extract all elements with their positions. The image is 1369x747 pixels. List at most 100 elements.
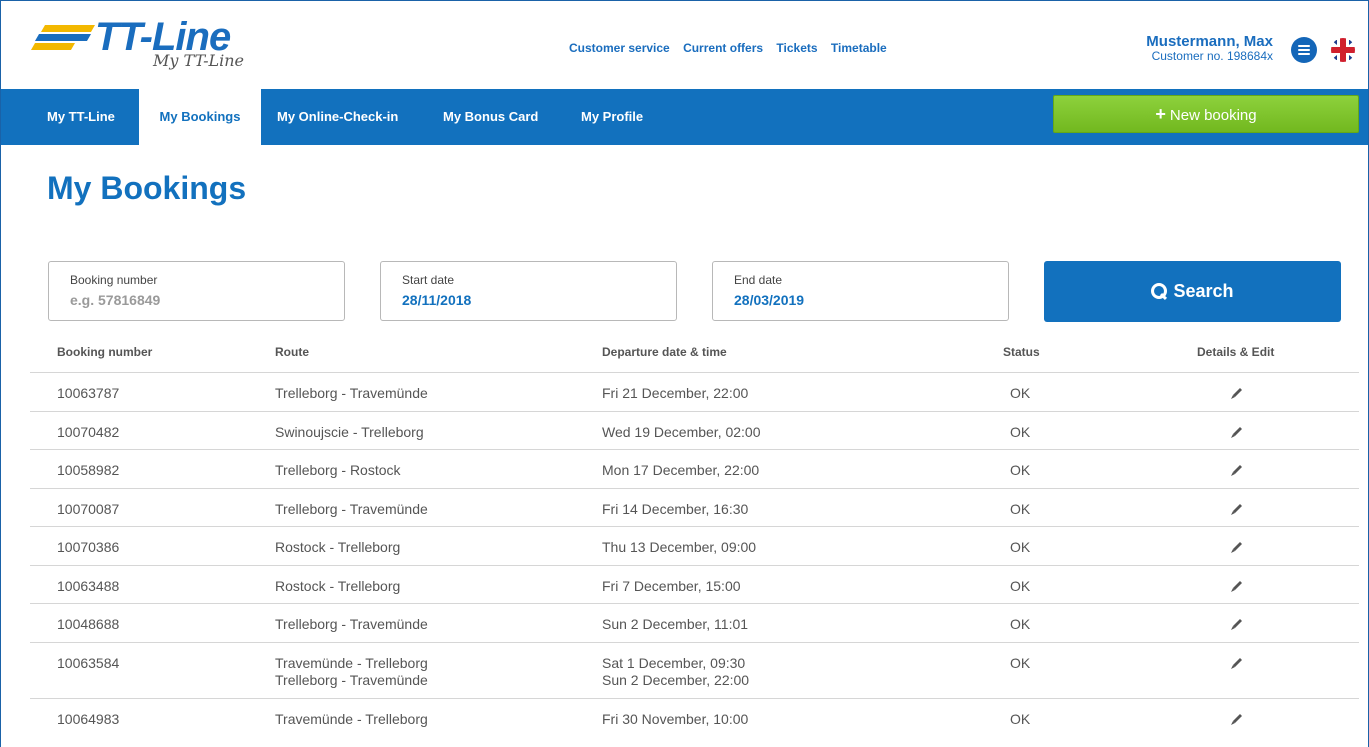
route-leg: Rostock - Trelleborg: [275, 578, 401, 594]
link-tickets[interactable]: Tickets: [776, 41, 817, 55]
booking-number-field[interactable]: Booking number e.g. 57816849: [48, 261, 345, 321]
pencil-icon[interactable]: [1230, 656, 1244, 670]
departure-cell: Sat 1 December, 09:30 Sun 2 December, 22:…: [602, 655, 749, 689]
route-cell: Trelleborg - Travemünde: [275, 501, 428, 518]
link-current-offers[interactable]: Current offers: [683, 41, 763, 55]
table-row[interactable]: 10063488 Rostock - Trelleborg Fri 7 Decemb…: [30, 565, 1359, 603]
end-date-label: End date: [734, 273, 783, 287]
route-leg: Travemünde - Trelleborg: [275, 655, 428, 671]
end-date-field[interactable]: End date 28/03/2019: [712, 261, 1009, 321]
col-header-route[interactable]: Route: [275, 345, 309, 359]
status-cell: OK: [1010, 655, 1031, 671]
pencil-icon[interactable]: [1230, 502, 1244, 516]
tab-my-bookings[interactable]: My Bookings: [139, 89, 261, 145]
booking-number-label: Booking number: [70, 273, 158, 287]
status-cell: OK: [1010, 424, 1031, 440]
route-leg: Trelleborg - Travemünde: [275, 616, 428, 632]
user-name: Mustermann, Max: [1146, 33, 1273, 50]
departure-time: Mon 17 December, 22:00: [602, 462, 760, 478]
booking-number-cell: 10070087: [57, 501, 120, 517]
col-header-booking-number[interactable]: Booking number: [57, 345, 152, 359]
booking-number-cell: 10048688: [57, 616, 120, 632]
table-row[interactable]: 10048688 Trelleborg - Travemünde Sun 2 Dec…: [30, 603, 1359, 642]
pencil-icon[interactable]: [1230, 540, 1244, 554]
tab-my-profile[interactable]: My Profile: [581, 89, 643, 145]
departure-cell: Thu 13 December, 09:00: [602, 539, 756, 556]
departure-cell: Fri 21 December, 22:00: [602, 385, 748, 402]
booking-number-cell: 10063584: [57, 655, 120, 671]
departure-time: Fri 14 December, 16:30: [602, 501, 749, 517]
route-cell: Travemünde - Trelleborg Trelleborg - Trav…: [275, 655, 428, 689]
booking-number-cell: 10070482: [57, 424, 120, 440]
route-leg: Travemünde - Trelleborg: [275, 711, 428, 727]
route-leg: Trelleborg - Travemünde: [275, 672, 428, 688]
pencil-icon[interactable]: [1230, 617, 1244, 631]
header: TT-Line My TT-Line Customer service Curr…: [1, 1, 1368, 89]
tab-bonus-card[interactable]: My Bonus Card: [443, 89, 538, 145]
table-row[interactable]: 10063584 Travemünde - Trelleborg Trellebor…: [30, 642, 1359, 698]
table-row[interactable]: 10070386 Rostock - Trelleborg Thu 13 Decem…: [30, 526, 1359, 565]
new-booking-label: New booking: [1169, 107, 1257, 124]
pencil-icon[interactable]: [1230, 579, 1244, 593]
link-timetable[interactable]: Timetable: [831, 41, 887, 55]
col-header-details-edit[interactable]: Details & Edit: [1197, 345, 1274, 359]
link-customer-service[interactable]: Customer service: [569, 41, 670, 55]
menu-icon[interactable]: [1291, 37, 1317, 63]
pencil-icon[interactable]: [1230, 386, 1244, 400]
search-button-label: Search: [1173, 281, 1234, 301]
table-row[interactable]: 10058982 Trelleborg - Rostock Mon 17 Decem…: [30, 449, 1359, 488]
start-date-field[interactable]: Start date 28/11/2018: [380, 261, 677, 321]
page-title: My Bookings: [47, 170, 247, 206]
uk-flag-icon[interactable]: [1329, 37, 1357, 63]
route-cell: Trelleborg - Travemünde: [275, 616, 428, 633]
table-row[interactable]: 10064983 Travemünde - Trelleborg Fri 30 No…: [30, 698, 1359, 738]
departure-cell: Fri 14 December, 16:30: [602, 501, 748, 518]
start-date-label: Start date: [402, 273, 455, 287]
status-cell: OK: [1010, 462, 1031, 478]
col-header-status[interactable]: Status: [1003, 345, 1040, 359]
booking-number-cell: 10058982: [57, 462, 120, 478]
top-links: Customer service Current offers Tickets …: [569, 41, 897, 55]
table-row[interactable]: 10070087 Trelleborg - Travemünde Fri 14 De…: [30, 488, 1359, 526]
pencil-icon[interactable]: [1230, 712, 1244, 726]
logo-subtitle: My TT-Line: [153, 51, 245, 70]
pencil-icon[interactable]: [1230, 425, 1244, 439]
route-cell: Trelleborg - Rostock: [275, 462, 401, 479]
table-row[interactable]: 10063787 Trelleborg - Travemünde Fri 21 De…: [30, 372, 1359, 411]
tab-my-tt-line[interactable]: My TT-Line: [47, 89, 115, 145]
departure-time: Wed 19 December, 02:00: [602, 424, 761, 440]
route-cell: Travemünde - Trelleborg: [275, 711, 428, 728]
col-header-departure[interactable]: Departure date & time: [602, 345, 727, 359]
route-cell: Trelleborg - Travemünde: [275, 385, 428, 402]
departure-time: Fri 7 December, 15:00: [602, 578, 741, 594]
departure-time: Fri 21 December, 22:00: [602, 385, 749, 401]
status-cell: OK: [1010, 539, 1031, 555]
booking-number-input[interactable]: e.g. 57816849: [70, 292, 160, 308]
route-cell: Rostock - Trelleborg: [275, 539, 400, 556]
status-cell: OK: [1010, 501, 1031, 517]
route-leg: Trelleborg - Travemünde: [275, 385, 428, 401]
tab-online-check-in[interactable]: My Online-Check-in: [277, 89, 398, 145]
departure-cell: Wed 19 December, 02:00: [602, 424, 761, 441]
end-date-input[interactable]: 28/03/2019: [734, 292, 804, 308]
customer-number: Customer no. 198684x: [1151, 49, 1273, 63]
route-cell: Swinoujscie - Trelleborg: [275, 424, 424, 441]
tt-line-logo[interactable]: TT-Line My TT-Line: [30, 15, 273, 75]
status-cell: OK: [1010, 616, 1031, 632]
route-cell: Rostock - Trelleborg: [275, 578, 400, 595]
departure-time: Sun 2 December, 22:00: [602, 672, 750, 688]
departure-cell: Fri 30 November, 10:00: [602, 711, 748, 728]
start-date-input[interactable]: 28/11/2018: [402, 292, 471, 308]
plus-icon: +: [1155, 104, 1166, 124]
booking-number-cell: 10070386: [57, 539, 120, 555]
route-leg: Swinoujscie - Trelleborg: [275, 424, 424, 440]
user-block[interactable]: Mustermann, Max Customer no. 198684x: [1146, 34, 1273, 63]
table-row[interactable]: 10070482 Swinoujscie - Trelleborg Wed 19 D…: [30, 411, 1359, 449]
new-booking-button[interactable]: + New booking: [1053, 95, 1359, 133]
main-nav: My TT-Line My Bookings My Online-Check-i…: [1, 89, 1368, 145]
departure-cell: Mon 17 December, 22:00: [602, 462, 759, 479]
pencil-icon[interactable]: [1230, 463, 1244, 477]
booking-number-cell: 10063787: [57, 385, 120, 401]
logo-stripes: [30, 23, 103, 50]
search-button[interactable]: Search: [1044, 261, 1341, 322]
